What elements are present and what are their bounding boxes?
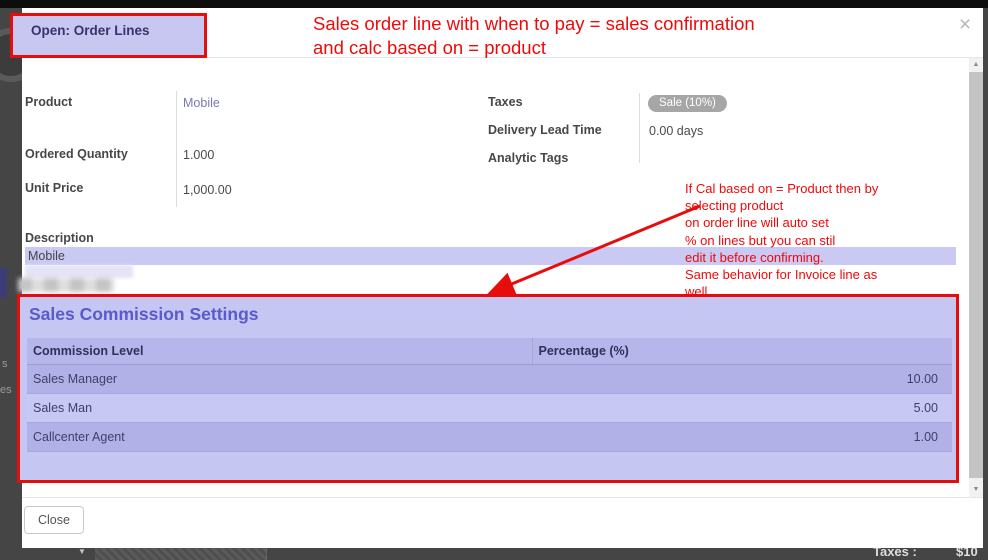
sales-commission-title: Sales Commission Settings bbox=[29, 304, 259, 325]
annotation-line: well. bbox=[685, 283, 970, 300]
ordered-quantity-value: 1.000 bbox=[183, 148, 214, 162]
ordered-quantity-label: Ordered Quantity bbox=[25, 147, 128, 161]
table-row[interactable]: Sales Man 5.00 bbox=[27, 394, 952, 423]
modal-footer: Close bbox=[22, 497, 983, 548]
annotation-line: edit it before confirming. bbox=[685, 249, 970, 266]
table-row[interactable]: Callcenter Agent 1.00 bbox=[27, 423, 952, 452]
redacted-text bbox=[18, 278, 114, 292]
annotation-line: selecting product bbox=[685, 197, 970, 214]
modal-title: Open: Order Lines bbox=[13, 16, 204, 38]
close-button[interactable]: Close bbox=[24, 506, 84, 534]
commission-level-header: Commission Level bbox=[27, 338, 532, 365]
field-separator bbox=[639, 93, 640, 163]
sales-commission-panel: Sales Commission Settings Commission Lev… bbox=[17, 294, 959, 483]
field-separator bbox=[176, 91, 177, 207]
scroll-up-icon[interactable]: ▲ bbox=[969, 58, 983, 72]
annotation-line: Sales order line with when to pay = sale… bbox=[313, 12, 933, 36]
percentage-header: Percentage (%) bbox=[532, 338, 952, 365]
annotation-arrow bbox=[480, 198, 708, 300]
tax-badge: Sale (10%) bbox=[648, 95, 727, 112]
unit-price-value: 1,000.00 bbox=[183, 183, 232, 197]
percentage-cell: 10.00 bbox=[532, 365, 952, 394]
background-text-fragment: s bbox=[2, 358, 8, 370]
commission-table-header: Commission Level Percentage (%) bbox=[27, 338, 952, 365]
annotation-top-note: Sales order line with when to pay = sale… bbox=[313, 12, 933, 60]
dropdown-arrow-icon: ▼ bbox=[78, 547, 86, 556]
product-label: Product bbox=[25, 95, 72, 109]
annotation-line: on order line will auto set bbox=[685, 214, 970, 231]
modal-title-highlight-box: Open: Order Lines bbox=[10, 13, 207, 58]
top-black-bar bbox=[0, 0, 988, 8]
table-row[interactable]: Sales Manager 10.00 bbox=[27, 365, 952, 394]
screen: s es ▼ Taxes : $10 Product Mobile Ordere… bbox=[0, 0, 988, 560]
commission-level-cell: Sales Manager bbox=[27, 365, 532, 394]
annotation-line: and calc based on = product bbox=[313, 36, 933, 60]
background-hatched-cell bbox=[95, 548, 267, 560]
annotation-line: If Cal based on = Product then by bbox=[685, 180, 970, 197]
percentage-cell: 1.00 bbox=[532, 423, 952, 452]
analytic-tags-label: Analytic Tags bbox=[488, 151, 568, 165]
annotation-side-note: If Cal based on = Product then by select… bbox=[685, 180, 970, 300]
commission-level-cell: Sales Man bbox=[27, 394, 532, 423]
description-value: Mobile bbox=[28, 249, 65, 263]
percentage-cell: 5.00 bbox=[532, 394, 952, 423]
delivery-lead-time-label: Delivery Lead Time bbox=[488, 123, 602, 137]
taxes-label: Taxes bbox=[488, 95, 523, 109]
description-label: Description bbox=[25, 231, 94, 245]
commission-table: Commission Level Percentage (%) Sales Ma… bbox=[27, 338, 952, 452]
commission-level-cell: Callcenter Agent bbox=[27, 423, 532, 452]
background-text-fragment: es bbox=[0, 384, 12, 396]
scroll-down-icon[interactable]: ▼ bbox=[969, 482, 983, 498]
redacted-text bbox=[25, 265, 133, 278]
delivery-lead-time-value: 0.00 days bbox=[649, 124, 703, 138]
annotation-line: % on lines but you can stil bbox=[685, 232, 970, 249]
product-value-link[interactable]: Mobile bbox=[183, 96, 220, 110]
unit-price-label: Unit Price bbox=[25, 181, 83, 195]
annotation-line: Same behavior for Invoice line as bbox=[685, 266, 970, 283]
background-purple-chip bbox=[0, 268, 7, 298]
scrollbar-thumb[interactable] bbox=[969, 72, 983, 478]
close-icon[interactable]: × bbox=[953, 13, 977, 37]
